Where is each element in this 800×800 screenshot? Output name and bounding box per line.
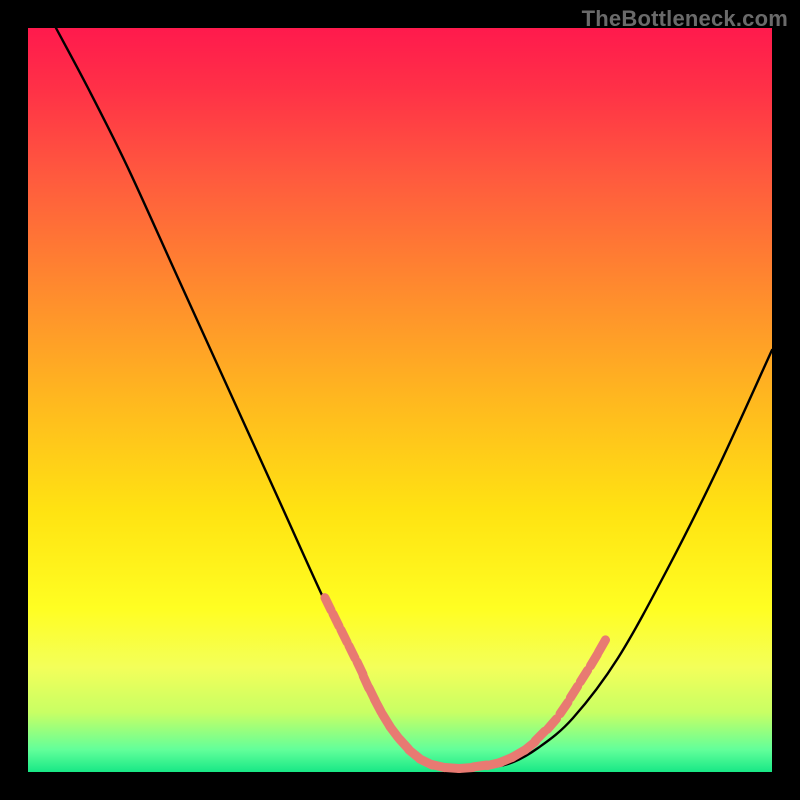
highlight-markers (325, 598, 606, 769)
bottleneck-curve (56, 28, 772, 769)
marker-dash (580, 670, 587, 682)
plot-area (28, 28, 772, 772)
marker-dash (325, 598, 331, 611)
chart-frame: TheBottleneck.com (0, 0, 800, 800)
marker-dash (341, 630, 347, 643)
marker-dash (333, 614, 339, 627)
marker-dash (349, 646, 355, 659)
marker-dash (547, 719, 556, 730)
marker-dash (560, 702, 568, 714)
curve-layer (28, 28, 772, 772)
marker-dash (599, 640, 606, 652)
marker-dash (535, 731, 545, 741)
marker-dash (570, 686, 577, 698)
